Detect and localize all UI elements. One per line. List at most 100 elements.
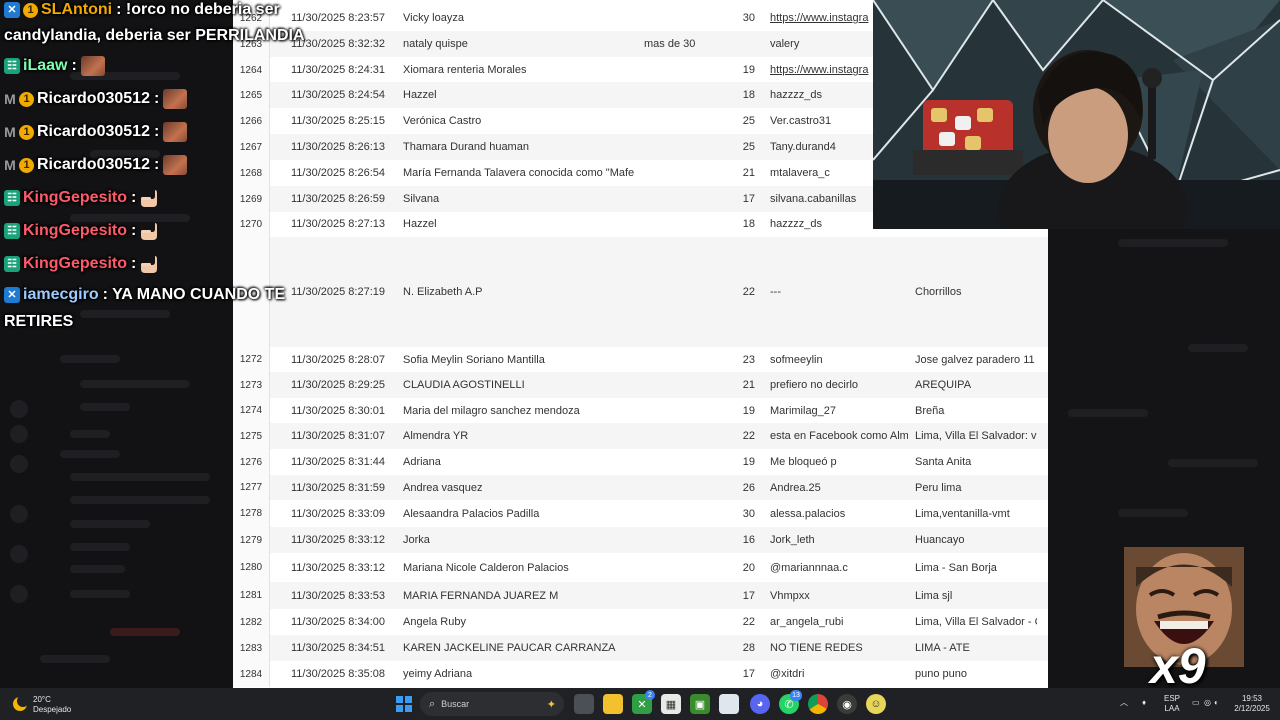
timestamp-cell[interactable]: 11/30/2025 8:27:13	[291, 211, 401, 237]
row-number[interactable]: 1274	[233, 398, 270, 423]
extra-cell[interactable]	[644, 527, 724, 553]
extra-cell[interactable]: mas de 30	[644, 31, 724, 57]
location-cell[interactable]: Peru lima	[915, 475, 1037, 500]
timestamp-cell[interactable]: 11/30/2025 8:28:07	[291, 347, 401, 372]
social-handle-cell[interactable]: NO TIENE REDES	[770, 635, 908, 661]
extra-cell[interactable]	[644, 160, 724, 186]
location-cell[interactable]: Lima - San Borja	[915, 553, 1037, 582]
age-cell[interactable]: 26	[731, 475, 755, 500]
name-cell[interactable]: MARIA FERNANDA JUAREZ M	[403, 582, 643, 609]
extra-cell[interactable]	[644, 108, 724, 134]
volume-icon[interactable]: ◐	[1214, 698, 1219, 708]
name-cell[interactable]: KAREN JACKELINE PAUCAR CARRANZA	[403, 635, 643, 661]
table-row[interactable]: 11/30/2025 8:27:19 N. Elizabeth A.P 22 --- C…	[233, 237, 1048, 347]
chat-username[interactable]: Ricardo030512	[37, 90, 150, 108]
name-cell[interactable]: Mariana Nicole Calderon Palacios	[403, 553, 643, 582]
timestamp-cell[interactable]: 11/30/2025 8:33:53	[291, 582, 401, 609]
timestamp-cell[interactable]: 11/30/2025 8:29:25	[291, 372, 401, 398]
social-handle-cell[interactable]: prefiero no decirlo	[770, 372, 908, 398]
file-explorer-icon[interactable]	[603, 694, 623, 714]
timestamp-cell[interactable]: 11/30/2025 8:26:54	[291, 160, 401, 186]
age-cell[interactable]: 20	[731, 553, 755, 582]
table-row[interactable]: 1275 11/30/2025 8:31:07 Almendra YR 22 esta …	[233, 423, 1048, 449]
row-number[interactable]: 1266	[233, 108, 270, 134]
extra-cell[interactable]	[644, 398, 724, 423]
name-cell[interactable]: Verónica Castro	[403, 108, 643, 134]
timestamp-cell[interactable]: 11/30/2025 8:32:32	[291, 31, 401, 57]
row-number[interactable]: 1269	[233, 186, 270, 212]
row-number[interactable]: 1276	[233, 449, 270, 475]
name-cell[interactable]: Sofia Meylin Soriano Mantilla	[403, 347, 643, 372]
chat-username[interactable]: iLaaw	[23, 57, 67, 75]
name-cell[interactable]: Alesaandra Palacios Padilla	[403, 500, 643, 527]
location-cell[interactable]: AREQUIPA	[915, 372, 1037, 398]
row-number[interactable]: 1272	[233, 347, 270, 372]
row-number[interactable]: 1264	[233, 57, 270, 83]
microphone-icon[interactable]: ♦	[1142, 698, 1146, 708]
age-cell[interactable]: 23	[731, 347, 755, 372]
row-number[interactable]: 1273	[233, 372, 270, 398]
row-number[interactable]: 1278	[233, 500, 270, 527]
timestamp-cell[interactable]: 11/30/2025 8:33:12	[291, 527, 401, 553]
name-cell[interactable]: Thamara Durand huaman	[403, 134, 643, 160]
chat-username[interactable]: Ricardo030512	[37, 156, 150, 174]
social-handle-cell[interactable]: alessa.palacios	[770, 500, 908, 527]
row-number[interactable]: 1283	[233, 635, 270, 661]
age-cell[interactable]: 22	[731, 609, 755, 635]
location-cell[interactable]: Huancayo	[915, 527, 1037, 553]
extra-cell[interactable]	[644, 582, 724, 609]
location-cell[interactable]: Breña	[915, 398, 1037, 423]
copilot-icon[interactable]: ✦	[547, 698, 556, 711]
name-cell[interactable]: Xiomara renteria Morales	[403, 57, 643, 83]
social-handle-cell[interactable]: @mariannnaa.c	[770, 553, 908, 582]
location-cell[interactable]: Chorrillos	[915, 237, 1037, 347]
name-cell[interactable]: CLAUDIA AGOSTINELLI	[403, 372, 643, 398]
timestamp-cell[interactable]: 11/30/2025 8:34:00	[291, 609, 401, 635]
obs-icon[interactable]: ◉	[837, 694, 857, 714]
age-cell[interactable]: 25	[731, 108, 755, 134]
age-cell[interactable]: 30	[731, 5, 755, 31]
name-cell[interactable]: N. Elizabeth A.P	[403, 237, 643, 347]
table-row[interactable]: 1280 11/30/2025 8:33:12 Mariana Nicole Cal…	[233, 553, 1048, 582]
row-number[interactable]: 1277	[233, 475, 270, 500]
timestamp-cell[interactable]: 11/30/2025 8:31:59	[291, 475, 401, 500]
extra-cell[interactable]	[644, 211, 724, 237]
location-cell[interactable]: Jose galvez paradero 11	[915, 347, 1037, 372]
location-cell[interactable]: LIMA - ATE	[915, 635, 1037, 661]
age-cell[interactable]	[731, 31, 755, 57]
extra-cell[interactable]	[644, 372, 724, 398]
social-handle-cell[interactable]: Jork_leth	[770, 527, 908, 553]
social-handle-cell[interactable]: esta en Facebook como Alm	[770, 423, 908, 449]
row-number[interactable]: 1281	[233, 582, 270, 609]
location-cell[interactable]: Lima,ventanilla-vmt	[915, 500, 1037, 527]
table-row[interactable]: 1274 11/30/2025 8:30:01 Maria del milagro …	[233, 398, 1048, 423]
name-cell[interactable]: nataly quispe	[403, 31, 643, 57]
clock-time[interactable]: 19:53	[1232, 694, 1272, 704]
tray-chevron-icon[interactable]: ︿	[1120, 698, 1128, 708]
timestamp-cell[interactable]: 11/30/2025 8:24:31	[291, 57, 401, 83]
social-handle-cell[interactable]: ar_angela_rubi	[770, 609, 908, 635]
extra-cell[interactable]	[644, 635, 724, 661]
row-number[interactable]: 1270	[233, 211, 270, 237]
table-row[interactable]: 1283 11/30/2025 8:34:51 KAREN JACKELINE PA…	[233, 635, 1048, 661]
social-handle-cell[interactable]: Andrea.25	[770, 475, 908, 500]
extra-cell[interactable]	[644, 423, 724, 449]
table-row[interactable]: 1276 11/30/2025 8:31:44 Adriana 19 Me bloque…	[233, 449, 1048, 475]
location-cell[interactable]: Santa Anita	[915, 449, 1037, 475]
extra-cell[interactable]	[644, 347, 724, 372]
chat-username[interactable]: KingGepesito	[23, 189, 127, 207]
age-cell[interactable]: 19	[731, 449, 755, 475]
steam-icon[interactable]: ☺	[866, 694, 886, 714]
social-handle-cell[interactable]: @xitdri	[770, 661, 908, 687]
age-cell[interactable]: 19	[731, 398, 755, 423]
chat-username[interactable]: KingGepesito	[23, 222, 127, 240]
row-number[interactable]: 1267	[233, 134, 270, 160]
name-cell[interactable]: Adriana	[403, 449, 643, 475]
name-cell[interactable]: yeimy Adriana	[403, 661, 643, 687]
timestamp-cell[interactable]: 11/30/2025 8:33:09	[291, 500, 401, 527]
age-cell[interactable]: 18	[731, 82, 755, 108]
weather-temp[interactable]: 20°C	[33, 695, 51, 705]
social-handle-cell[interactable]: Vhmpxx	[770, 582, 908, 609]
extra-cell[interactable]	[644, 186, 724, 212]
social-handle-cell[interactable]: ---	[770, 237, 908, 347]
